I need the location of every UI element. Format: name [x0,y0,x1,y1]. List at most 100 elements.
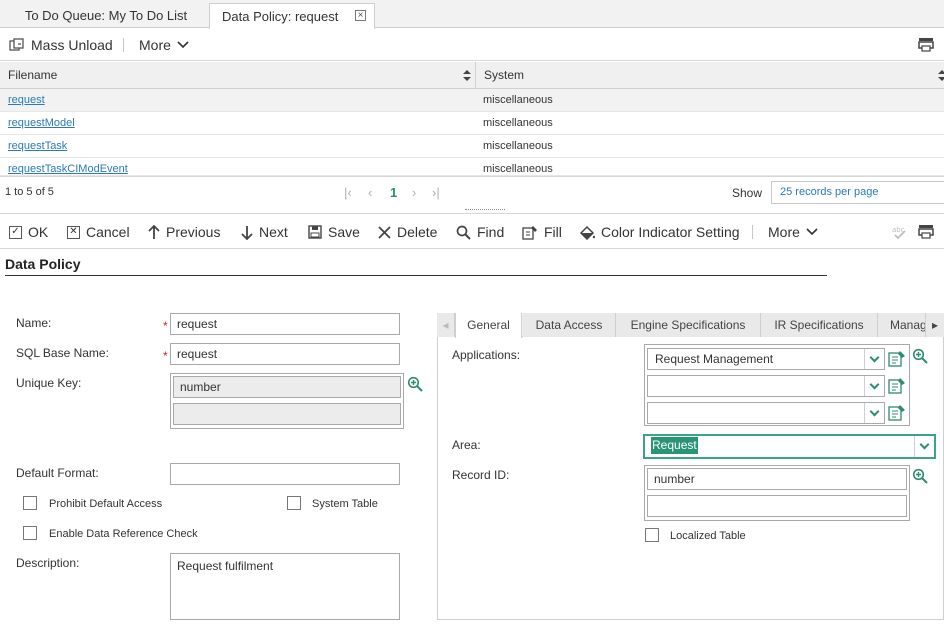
system-table-checkbox[interactable] [287,496,301,510]
system-cell: miscellaneous [483,140,553,152]
prev-page-icon[interactable]: ‹ [368,185,372,200]
close-icon[interactable]: × [355,10,366,21]
area-select[interactable]: Request [643,434,936,459]
application-select-1[interactable]: Request Management [647,348,885,370]
default-format-input[interactable] [170,463,400,485]
chevron-down-icon[interactable] [864,349,884,369]
last-page-icon[interactable]: ›| [432,185,440,200]
zoom-in-icon[interactable] [912,468,928,487]
prohibit-default-access-checkbox[interactable] [23,496,37,510]
arrow-down-icon [241,225,253,240]
filename-link[interactable]: request [8,89,45,112]
column-header-filename[interactable]: Filename [0,62,476,89]
show-label: Show [732,186,763,200]
name-label: Name: [16,316,52,330]
chevron-down-icon [177,41,189,49]
first-page-icon[interactable]: |‹ [344,185,352,200]
find-button[interactable]: Find [456,214,504,250]
record-id-label: Record ID: [452,468,510,482]
zoom-in-icon[interactable] [912,348,928,367]
mass-unload-button[interactable]: Mass Unload [9,29,113,61]
tab-manage[interactable]: Manag [878,313,926,337]
spellcheck-icon[interactable]: abc [892,224,908,243]
edit-application-icon[interactable] [888,377,906,398]
system-cell: miscellaneous [483,117,553,129]
more-actions-button[interactable]: More [768,214,818,250]
color-indicator-button[interactable]: Color Indicator Setting [579,214,740,250]
filename-link[interactable]: requestTask [8,135,67,158]
record-id-field-1[interactable]: number [647,468,907,490]
record-id-field-2[interactable] [647,495,907,517]
fill-button[interactable]: Fill [522,214,562,250]
application-select-2[interactable] [647,375,885,397]
tab-general[interactable]: General [455,313,522,338]
sort-icon [463,70,471,81]
mass-unload-label: Mass Unload [31,37,113,53]
print-icon[interactable] [918,224,934,242]
edit-application-icon[interactable] [888,350,906,371]
unique-key-field-1[interactable]: number [173,376,401,398]
tab-todo-queue[interactable]: To Do Queue: My To Do List [8,3,204,29]
required-mark: * [163,319,168,333]
ok-label: OK [28,224,49,240]
name-input[interactable]: request [170,313,400,335]
save-button[interactable]: Save [308,214,360,250]
previous-button[interactable]: Previous [148,214,220,250]
records-per-page-select[interactable]: 25 records per page [771,181,944,204]
pager: 1 to 5 of 5 |‹ ‹ 1 › ›| Show 25 records … [0,176,944,208]
sql-base-name-input[interactable]: request [170,343,400,365]
save-icon [308,225,322,239]
tab-scroll-right-icon[interactable]: ▸ [926,313,944,337]
chevron-down-icon[interactable] [864,403,884,423]
print-icon[interactable] [918,37,934,55]
description-textarea[interactable]: Request fulfilment [170,553,400,620]
applications-label: Applications: [452,348,521,362]
splitter-handle[interactable] [465,209,505,212]
find-label: Find [477,224,505,240]
previous-label: Previous [166,224,221,240]
cancel-button[interactable]: ✕ Cancel [67,214,130,250]
current-page[interactable]: 1 [390,185,397,200]
tab-engine-specifications[interactable]: Engine Specifications [616,313,761,337]
application-select-3[interactable] [647,402,885,424]
toolbar-divider [752,225,753,239]
tab-scroll-left-icon[interactable]: ◂ [437,313,455,337]
delete-button[interactable]: Delete [378,214,437,250]
table-row[interactable]: request miscellaneous [0,89,944,112]
default-format-label: Default Format: [16,466,99,480]
chevron-down-icon[interactable] [914,436,934,457]
more-menu-button[interactable]: More [139,29,189,61]
enable-data-reference-checkbox[interactable] [23,526,37,540]
zoom-in-icon[interactable] [407,376,423,395]
ok-button[interactable]: ✓ OK [9,214,48,250]
unique-key-label: Unique Key: [16,376,82,390]
section-divider [5,275,827,276]
area-select-value: Request [651,437,698,454]
list-toolbar: Mass Unload More [0,29,944,61]
record-toolbar: ✓ OK ✕ Cancel Previous Next Save Delete … [0,213,944,249]
unique-key-field-2[interactable] [173,403,401,425]
enable-data-reference-label: Enable Data Reference Check [49,528,198,540]
table-row[interactable]: requestTaskCIModEvent miscellaneous [0,158,944,176]
more-label: More [139,37,171,53]
area-label: Area: [452,438,481,452]
sql-base-name-label: SQL Base Name: [16,346,109,360]
localized-table-checkbox[interactable] [645,528,659,542]
system-table-label: System Table [312,498,378,510]
cancel-icon: ✕ [67,225,80,239]
column-header-system[interactable]: System [476,62,944,89]
filename-link[interactable]: requestTaskCIModEvent [8,158,128,175]
more-actions-label: More [768,224,800,240]
edit-application-icon[interactable] [888,404,906,425]
tab-data-access[interactable]: Data Access [523,313,616,337]
tab-ir-specifications[interactable]: IR Specifications [761,313,878,337]
filename-link[interactable]: requestModel [8,112,75,135]
chevron-down-icon[interactable] [864,376,884,396]
detail-tab-strip: ◂ General Data Access Engine Specificati… [437,313,944,338]
next-button[interactable]: Next [241,214,288,250]
table-row[interactable]: requestModel miscellaneous [0,112,944,135]
next-page-icon[interactable]: › [412,185,416,200]
tab-data-policy[interactable]: Data Policy: request × [209,3,375,29]
tab-data-policy-label: Data Policy: request [222,9,339,24]
table-row[interactable]: requestTask miscellaneous [0,135,944,158]
